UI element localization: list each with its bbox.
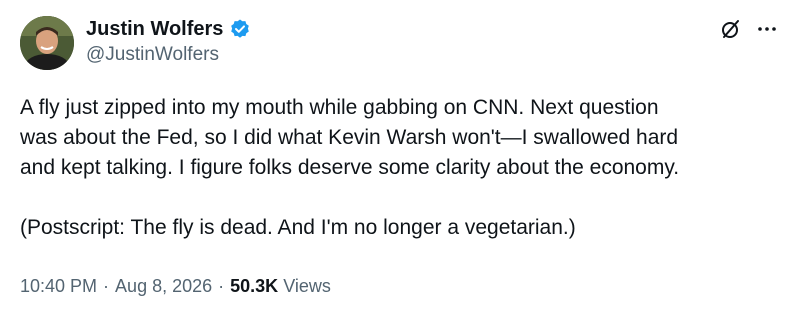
- author-display-name[interactable]: Justin Wolfers: [86, 18, 223, 41]
- tweet-card: Justin Wolfers @JustinWolfers A fly just…: [0, 0, 800, 322]
- views-count[interactable]: 50.3K: [230, 276, 278, 297]
- tweet-paragraph: (Postscript: The fly is dead. And I'm no…: [20, 216, 576, 239]
- author-handle[interactable]: @JustinWolfers: [86, 44, 251, 66]
- avatar-photo: [20, 16, 74, 70]
- views-label: Views: [283, 276, 331, 296]
- meta-separator: ·: [218, 276, 225, 296]
- avatar[interactable]: [20, 16, 74, 70]
- meta-separator: ·: [103, 276, 110, 296]
- tweet-date[interactable]: Aug 8, 2026: [115, 276, 212, 297]
- tweet-paragraph: A fly just zipped into my mouth while ga…: [20, 96, 680, 179]
- tweet-actions: [720, 18, 778, 40]
- tweet-meta: 10:40 PM · Aug 8, 2026 · 50.3K Views: [20, 276, 331, 297]
- tweet-time[interactable]: 10:40 PM: [20, 276, 97, 297]
- more-horizontal-icon[interactable]: [756, 18, 778, 40]
- grok-slash-icon[interactable]: [720, 18, 742, 40]
- author-name-row: Justin Wolfers: [86, 16, 251, 42]
- tweet-text: A fly just zipped into my mouth while ga…: [20, 93, 790, 243]
- verified-badge-icon[interactable]: [229, 18, 251, 40]
- author-info: Justin Wolfers @JustinWolfers: [86, 16, 251, 66]
